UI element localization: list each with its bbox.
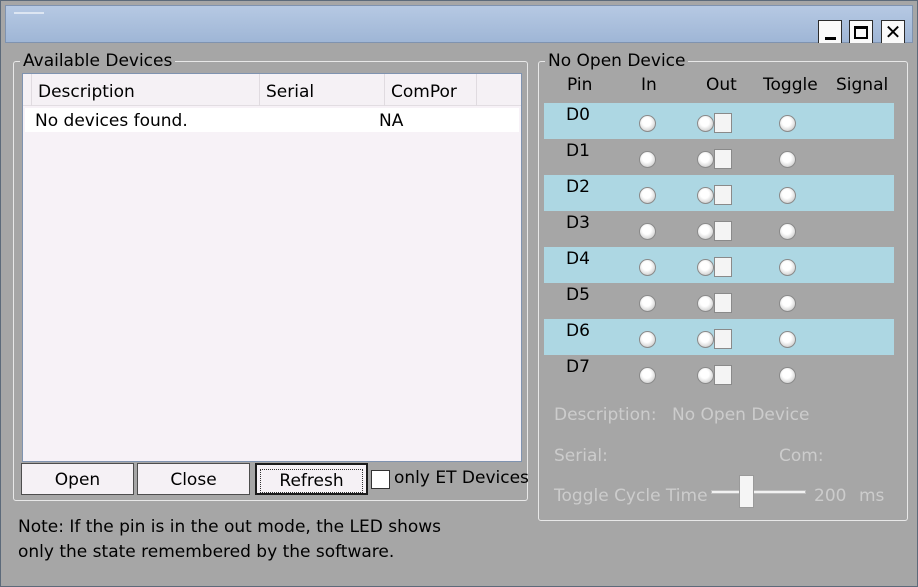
- description-value: No Open Device: [672, 405, 810, 425]
- toggle-radio[interactable]: [779, 367, 796, 384]
- out-radio[interactable]: [697, 259, 714, 276]
- pin-name: D6: [566, 321, 590, 341]
- in-radio[interactable]: [639, 115, 656, 132]
- pin-name: D7: [566, 357, 590, 377]
- com-label: Com:: [779, 446, 824, 466]
- out-radio[interactable]: [697, 223, 714, 240]
- device-description-cell: No devices found.: [35, 111, 188, 131]
- out-radio[interactable]: [697, 187, 714, 204]
- toggle-cycle-unit: ms: [859, 486, 885, 506]
- pin-name: D2: [566, 177, 590, 197]
- out-led-checkbox[interactable]: [714, 329, 732, 349]
- device-list-header: Description Serial ComPor: [23, 74, 521, 106]
- pin-name: D4: [566, 249, 590, 269]
- device-row[interactable]: No devices found. NA: [25, 108, 519, 132]
- note-text: Note: If the pin is in the out mode, the…: [18, 517, 442, 562]
- out-led-checkbox[interactable]: [714, 113, 732, 133]
- in-radio[interactable]: [639, 223, 656, 240]
- in-radio[interactable]: [639, 151, 656, 168]
- toggle-radio[interactable]: [779, 151, 796, 168]
- pin-row-d2: D2: [544, 175, 894, 211]
- pin-row-d5: D5: [544, 283, 894, 319]
- app-window: ✕ Available Devices Description Serial C…: [0, 0, 918, 587]
- out-column-header: Out: [706, 75, 737, 95]
- pin-row-d6: D6: [544, 319, 894, 355]
- toggle-cycle-slider-thumb[interactable]: [739, 475, 754, 508]
- out-led-checkbox[interactable]: [714, 365, 732, 385]
- pin-row-d1: D1: [544, 139, 894, 175]
- title-bar[interactable]: ✕: [5, 5, 913, 44]
- only-et-devices-label[interactable]: only ET Devices: [394, 468, 529, 488]
- out-led-checkbox[interactable]: [714, 221, 732, 241]
- column-header-description[interactable]: Description: [31, 74, 260, 106]
- toggle-cycle-label: Toggle Cycle Time: [554, 486, 708, 506]
- device-comport-cell: NA: [379, 111, 404, 131]
- toggle-cycle-slider-track[interactable]: [711, 490, 806, 494]
- serial-label: Serial:: [554, 446, 608, 466]
- only-et-devices-checkbox[interactable]: [371, 470, 390, 489]
- minimize-icon: [824, 36, 836, 40]
- out-radio[interactable]: [697, 295, 714, 312]
- toggle-column-header: Toggle: [763, 75, 818, 95]
- out-radio[interactable]: [697, 151, 714, 168]
- toggle-cycle-value: 200: [814, 486, 847, 506]
- close-button[interactable]: Close: [137, 463, 250, 495]
- refresh-button[interactable]: Refresh: [255, 463, 368, 495]
- pin-row-d0: D0: [544, 103, 894, 139]
- pin-column-header: Pin: [567, 75, 593, 95]
- toggle-radio[interactable]: [779, 295, 796, 312]
- out-led-checkbox[interactable]: [714, 149, 732, 169]
- open-button[interactable]: Open: [21, 463, 134, 495]
- toggle-radio[interactable]: [779, 331, 796, 348]
- out-led-checkbox[interactable]: [714, 257, 732, 277]
- pin-row-d7: D7: [544, 355, 894, 391]
- in-radio[interactable]: [639, 367, 656, 384]
- pin-name: D5: [566, 285, 590, 305]
- refresh-button-label: Refresh: [260, 469, 363, 493]
- close-window-button[interactable]: ✕: [881, 20, 905, 44]
- pin-name: D3: [566, 213, 590, 233]
- in-radio[interactable]: [639, 331, 656, 348]
- app-icon: [14, 12, 44, 14]
- description-label: Description:: [554, 405, 657, 425]
- close-icon: ✕: [884, 20, 902, 44]
- in-column-header: In: [641, 75, 657, 95]
- out-radio[interactable]: [697, 367, 714, 384]
- toggle-radio[interactable]: [779, 115, 796, 132]
- out-radio[interactable]: [697, 115, 714, 132]
- pin-grid: Pin In Out Toggle Signal D0 D1 D2 D3 D4 D5 D6 D…: [538, 43, 908, 523]
- in-radio[interactable]: [639, 295, 656, 312]
- client-area: Available Devices Description Serial Com…: [5, 43, 913, 583]
- column-header-comport[interactable]: ComPor: [385, 74, 477, 106]
- toggle-radio[interactable]: [779, 187, 796, 204]
- available-devices-legend: Available Devices: [23, 51, 173, 71]
- pin-row-d4: D4: [544, 247, 894, 283]
- column-header-serial[interactable]: Serial: [260, 74, 385, 106]
- maximize-button[interactable]: [849, 20, 873, 44]
- out-led-checkbox[interactable]: [714, 185, 732, 205]
- device-list[interactable]: Description Serial ComPor No devices fou…: [22, 73, 522, 462]
- pin-name: D0: [566, 105, 590, 125]
- toggle-radio[interactable]: [779, 223, 796, 240]
- in-radio[interactable]: [639, 187, 656, 204]
- pin-row-d3: D3: [544, 211, 894, 247]
- pin-name: D1: [566, 141, 590, 161]
- minimize-button[interactable]: [818, 20, 842, 44]
- in-radio[interactable]: [639, 259, 656, 276]
- out-led-checkbox[interactable]: [714, 293, 732, 313]
- out-radio[interactable]: [697, 331, 714, 348]
- toggle-radio[interactable]: [779, 259, 796, 276]
- signal-column-header: Signal: [836, 75, 889, 95]
- maximize-icon: [854, 25, 868, 39]
